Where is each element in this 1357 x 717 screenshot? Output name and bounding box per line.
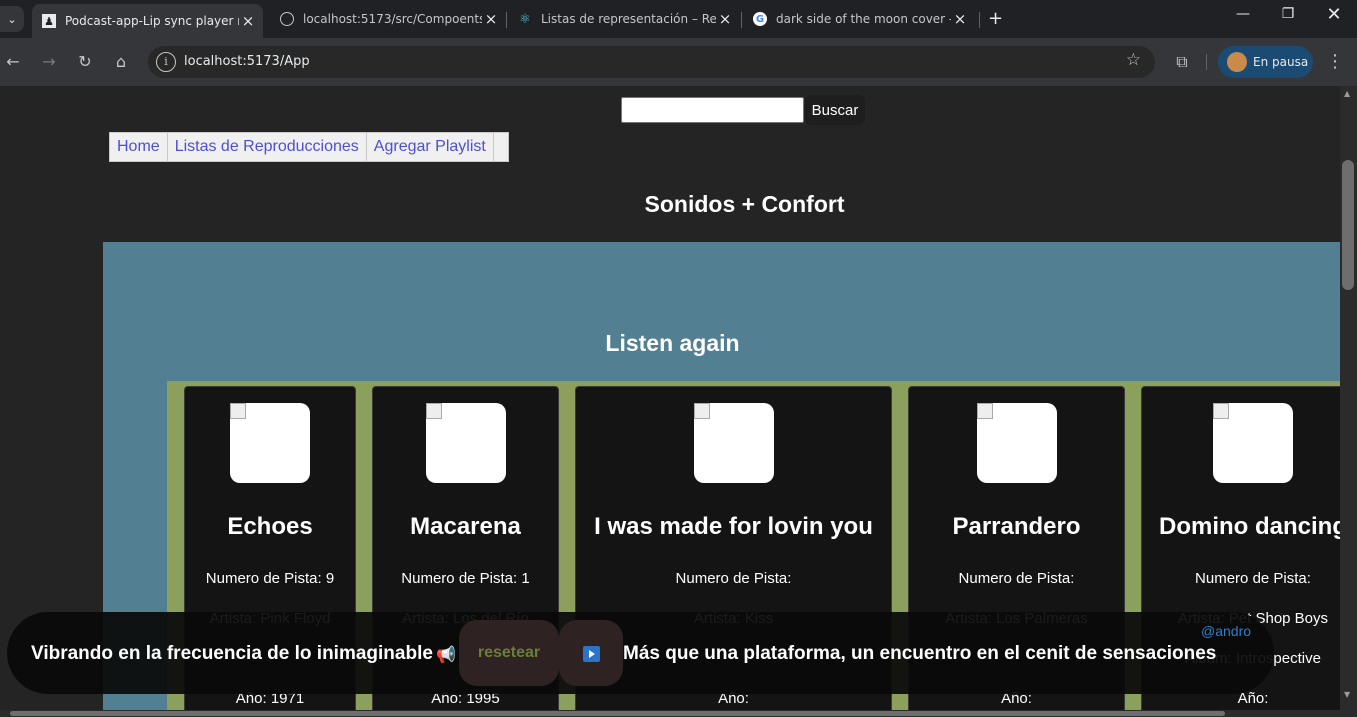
close-tab-icon[interactable]: × [239,12,257,30]
tab-divider [506,12,507,28]
address-bar[interactable]: i localhost:5173/App ☆ [148,46,1155,78]
globe-icon [280,12,294,26]
tab-google-search[interactable]: G dark side of the moon cover - B × [743,6,975,32]
reset-button[interactable]: resetear [459,620,559,686]
minimize-icon[interactable]: — [1220,6,1266,22]
scroll-down-icon[interactable]: ▼ [1344,690,1350,699]
main-nav: Home Listas de Reproducciones Agregar Pl… [109,132,509,162]
track-name: Parrandero [952,513,1081,540]
scrollbar-thumb[interactable] [1342,160,1354,290]
nav-home-link[interactable]: Home [110,133,168,161]
tab-title: Listas de representación – React [541,12,716,26]
tab-divider [979,12,980,28]
site-info-icon[interactable]: i [156,52,176,72]
nav-spacer [494,133,508,161]
album-cover-image [693,403,774,483]
close-window-icon[interactable]: ✕ [1311,4,1357,25]
nav-playlists-link[interactable]: Listas de Reproducciones [168,133,367,161]
close-tab-icon[interactable]: × [482,10,500,28]
tab-react-docs[interactable]: ⚛ Listas de representación – React × [508,6,740,32]
nav-add-playlist-link[interactable]: Agregar Playlist [367,133,494,161]
horizontal-scrollbar[interactable] [0,710,1340,717]
track-number: Numero de Pista: [1195,570,1311,587]
extensions-icon[interactable]: ⧉ [1170,50,1194,74]
profile-button[interactable]: En pausa [1218,46,1313,78]
album-cover-image [976,403,1057,483]
section-title: Listen again [605,330,740,356]
avatar [1227,52,1247,72]
tab-title: dark side of the moon cover - B [776,12,951,26]
player-message-right: Más que una plataforma, un encuentro en … [623,643,1217,664]
back-arrow-icon[interactable]: ← [1,50,25,74]
bookmark-star-icon[interactable]: ☆ [1126,50,1141,70]
forward-arrow-icon[interactable]: → [37,50,61,74]
reload-icon[interactable]: ↻ [73,50,97,74]
chevron-down-icon: ⌄ [7,12,17,26]
track-name: Macarena [410,513,521,540]
maximize-icon[interactable]: ❐ [1265,6,1311,22]
track-number: Numero de Pista: 1 [401,570,530,587]
scrollbar-thumb[interactable] [10,711,1225,716]
tab-localhost-components[interactable]: localhost:5173/src/Compoents/ × [270,6,506,32]
album-cover-image [230,403,310,483]
url-text[interactable]: localhost:5173/App [184,54,310,69]
react-logo-icon: ⚛ [519,11,531,27]
track-name: Domino dancing [1159,513,1340,540]
close-tab-icon[interactable]: × [951,10,969,28]
search-input[interactable] [621,97,804,123]
site-title: Sonidos + Confort [644,191,845,217]
author-handle-link[interactable]: @andro [1201,623,1251,639]
tab-strip: ⌄ ♟ Podcast-app-Lip sync player mu × loc… [0,0,1357,38]
scroll-up-icon[interactable]: ▲ [1344,89,1350,98]
track-name: I was made for lovin you [594,513,873,540]
tab-title: Podcast-app-Lip sync player mu [65,14,239,28]
new-tab-icon[interactable]: + [988,8,1003,29]
home-icon[interactable]: ⌂ [109,50,133,74]
track-number: Numero de Pista: [958,570,1075,587]
menu-kebab-icon[interactable]: ⋮ [1323,50,1347,74]
tab-divider [741,12,742,28]
track-number: Numero de Pista: [675,570,792,587]
vertical-scrollbar[interactable]: ▲ ▼ [1340,86,1357,717]
search-button[interactable]: Buscar [805,95,865,125]
megaphone-icon: 📢 [436,645,456,664]
album-cover-image [1213,403,1293,483]
album-cover-image [425,403,506,483]
track-name: Echoes [227,513,313,540]
close-tab-icon[interactable]: × [716,10,734,28]
tab-title: localhost:5173/src/Compoents/ [303,12,482,26]
page-favicon-icon: ♟ [42,14,56,28]
toolbar-divider [1206,54,1207,70]
tab-search-button[interactable]: ⌄ [0,6,24,32]
google-icon: G [753,12,767,26]
tab-podcast-app[interactable]: ♟ Podcast-app-Lip sync player mu × [32,4,263,38]
track-number: Numero de Pista: 9 [205,570,335,587]
player-message-left: Vibrando en la frecuencia de lo inimagin… [31,643,433,664]
play-icon [583,646,600,662]
profile-status: En pausa [1253,55,1309,69]
